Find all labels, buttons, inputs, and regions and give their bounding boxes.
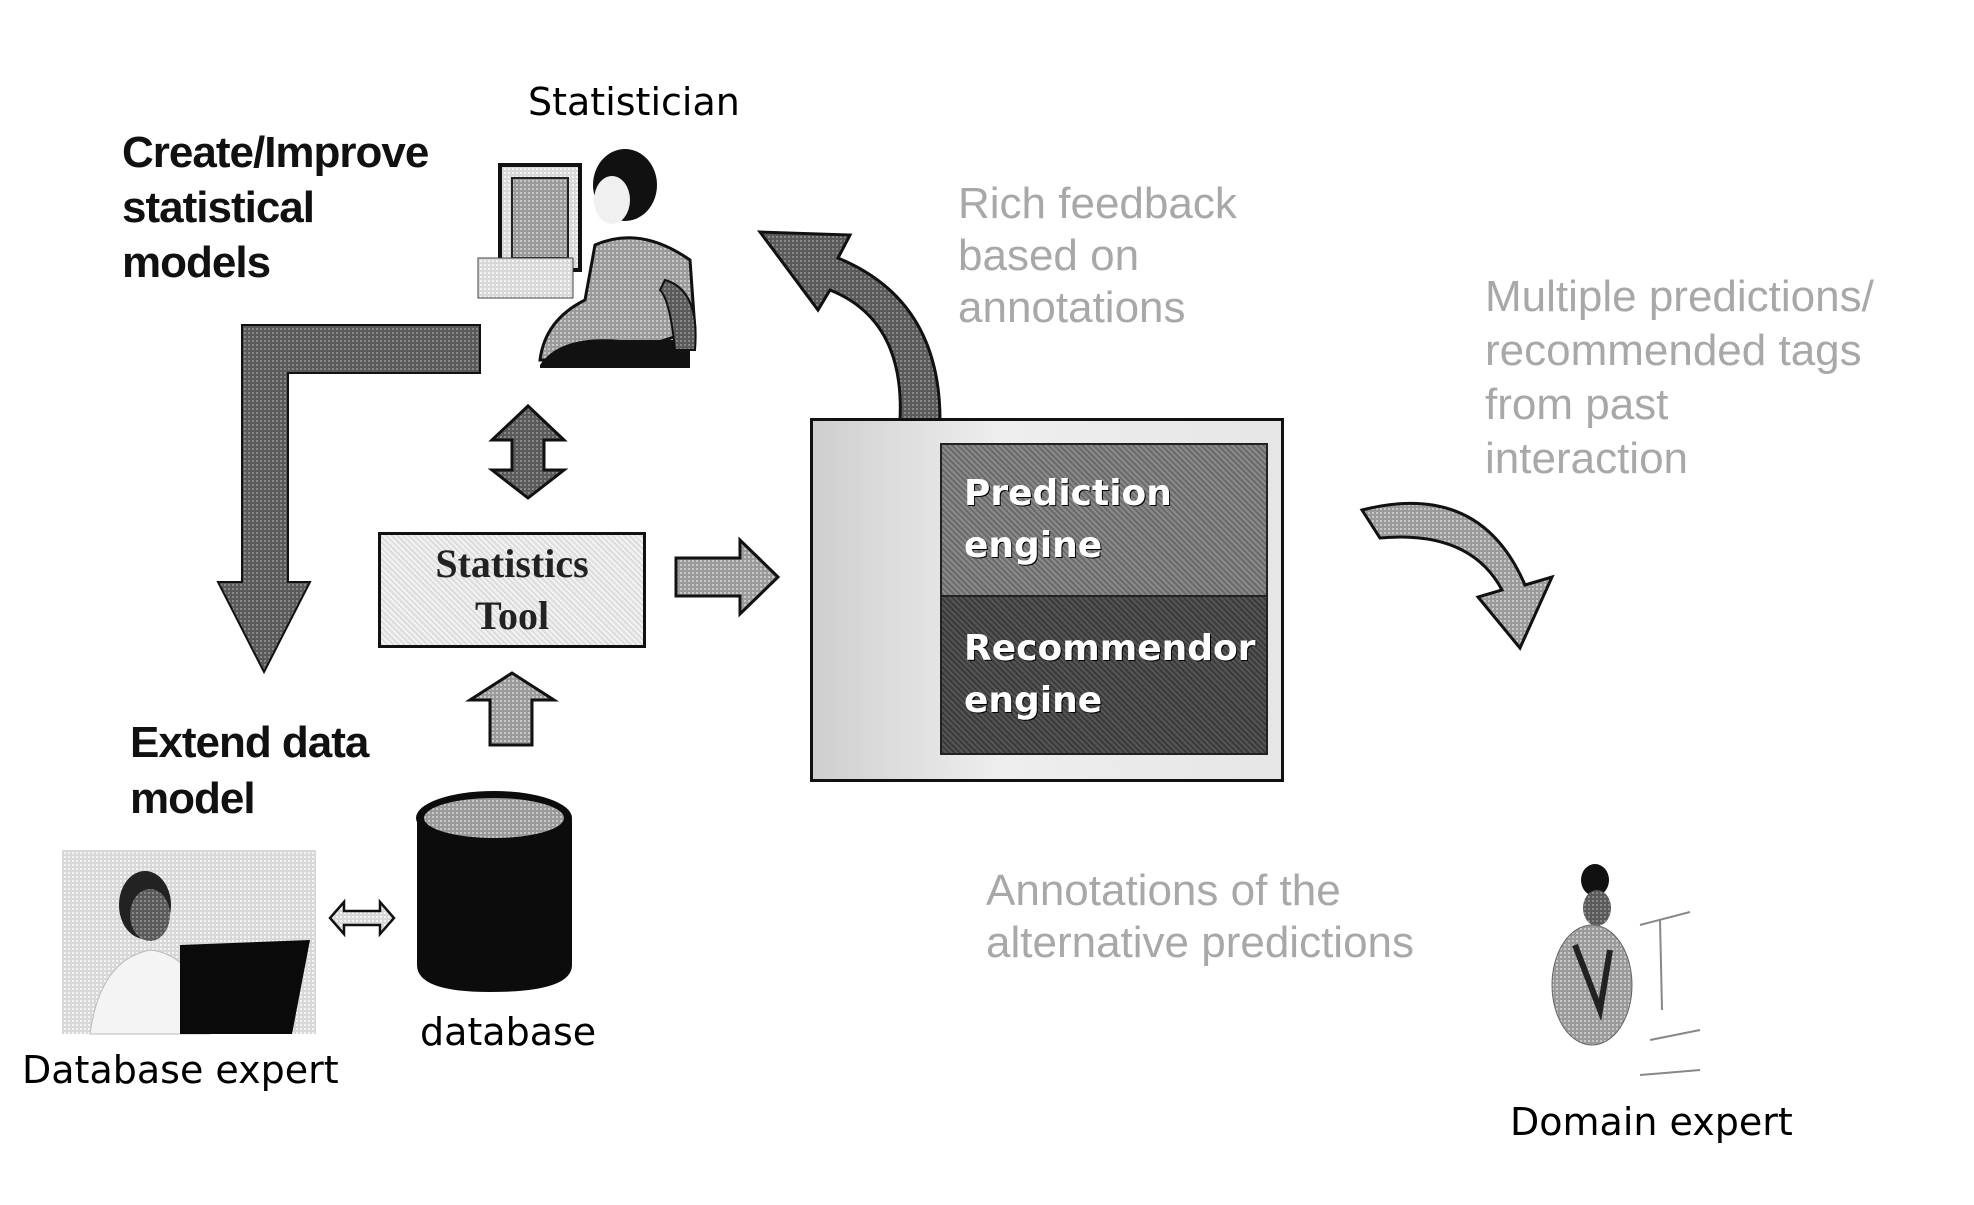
statistics-tool-line-1: Statistics — [435, 541, 589, 586]
up-arrow-icon — [464, 671, 560, 747]
right-arrow-icon — [674, 536, 781, 618]
multiple-predictions-line-1: Multiple predictions/ — [1485, 272, 1874, 321]
database-cylinder-icon — [416, 791, 572, 992]
double-vertical-arrow-icon — [487, 403, 569, 500]
double-horizontal-arrow-icon — [328, 898, 396, 938]
rich-feedback-line-2: based on — [958, 231, 1140, 280]
prediction-engine-box[interactable]: Prediction engine — [940, 443, 1268, 597]
create-improve-line-2: statistical — [122, 183, 315, 232]
statistics-tool-line-2: Tool — [474, 593, 550, 638]
annotations-alternative-label: Annotations of the alternative predictio… — [986, 865, 1414, 969]
create-improve-line-1: Create/Improve — [122, 128, 429, 177]
statistician-label: Statistician — [528, 80, 740, 124]
recommendor-engine-box[interactable]: Recommendor engine — [940, 595, 1268, 755]
domain-expert-label: Domain expert — [1510, 1100, 1793, 1144]
create-improve-label: Create/Improve statistical models — [122, 125, 429, 290]
prediction-engine-line-2: engine — [964, 525, 1103, 566]
annotations-alternative-line-1: Annotations of the — [986, 866, 1341, 915]
rich-feedback-label: Rich feedback based on annotations — [958, 178, 1237, 334]
statistician-figure-icon — [477, 149, 697, 368]
extend-data-model-line-1: Extend data — [130, 718, 369, 767]
rich-feedback-line-3: annotations — [958, 283, 1186, 332]
prediction-engine-line-1: Prediction — [964, 472, 1172, 514]
multiple-predictions-label: Multiple predictions/ recommended tags f… — [1485, 270, 1874, 486]
annotations-alternative-line-2: alternative predictions — [986, 918, 1415, 967]
rich-feedback-line-1: Rich feedback — [958, 179, 1237, 228]
database-label: database — [420, 1010, 597, 1054]
extend-data-model-line-2: model — [130, 774, 256, 823]
statistics-tool-box[interactable]: Statistics Tool — [378, 532, 646, 648]
engine-container: Prediction engine Recommendor engine — [810, 418, 1284, 782]
curved-feedback-arrow-icon — [756, 230, 942, 422]
recommendor-engine-line-2: engine — [964, 680, 1103, 721]
multiple-predictions-line-4: interaction — [1485, 434, 1689, 483]
recommendor-engine-line-1: Recommendor — [964, 627, 1256, 669]
database-expert-photo-icon — [62, 850, 316, 1035]
multiple-predictions-line-3: from past — [1485, 380, 1669, 429]
extend-data-model-label: Extend data model — [130, 715, 369, 827]
domain-expert-figure-icon — [1551, 864, 1701, 1076]
curved-output-arrow-icon — [1359, 501, 1555, 651]
multiple-predictions-line-2: recommended tags — [1485, 326, 1862, 375]
database-expert-label: Database expert — [22, 1048, 339, 1092]
create-improve-line-3: models — [122, 238, 271, 287]
